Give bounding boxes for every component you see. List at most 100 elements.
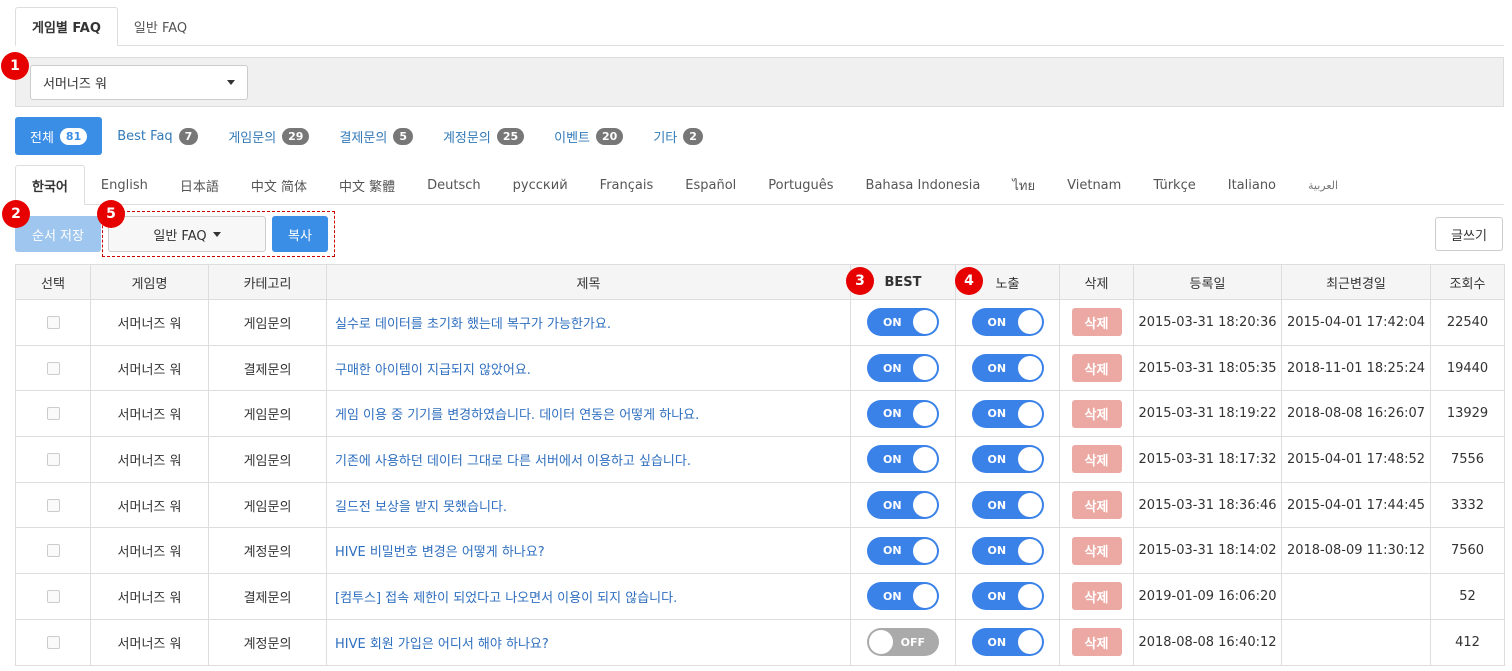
toggle-knob xyxy=(1017,493,1042,518)
toggle-label: ON xyxy=(987,452,1007,466)
toggle-label: ON xyxy=(883,452,902,466)
row-checkbox[interactable] xyxy=(46,361,60,375)
best-toggle[interactable]: ON xyxy=(867,399,939,428)
save-order-button[interactable]: 순서 저장 xyxy=(15,216,101,252)
lang-tab-pt[interactable]: Português xyxy=(752,165,849,205)
best-toggle[interactable]: ON xyxy=(867,308,939,337)
visible-toggle[interactable]: ON xyxy=(971,491,1044,520)
delete-button[interactable]: 삭제 xyxy=(1071,354,1122,383)
row-checkbox[interactable] xyxy=(46,452,60,466)
delete-button[interactable]: 삭제 xyxy=(1071,308,1122,337)
row-title-link[interactable]: 구매한 아이템이 지급되지 않았어요. xyxy=(326,344,851,392)
table-row[interactable]: 서머너즈 워 게임문의 기존에 사용하던 데이터 그대로 다른 서버에서 이용하고 … xyxy=(15,436,1505,483)
row-title-link[interactable]: 길드전 보상을 받지 못했습니다. xyxy=(326,481,851,529)
row-views: 3332 xyxy=(1430,481,1505,529)
table-row[interactable]: 서머너즈 워 계정문의 HIVE 비밀번호 변경은 어떻게 하나요? ON ON 삭제 20… xyxy=(15,527,1505,575)
lang-tab-de[interactable]: Deutsch xyxy=(411,165,497,205)
write-button[interactable]: 글쓰기 xyxy=(1435,217,1503,251)
visible-toggle[interactable]: ON xyxy=(971,399,1044,428)
category-payment[interactable]: 결제문의 5 xyxy=(324,117,428,155)
category-account[interactable]: 계정문의 25 xyxy=(428,117,539,155)
row-delete-cell: 삭제 xyxy=(1059,481,1134,529)
table-row[interactable]: 서머너즈 워 계정문의 HIVE 회원 가입은 어디서 해야 하나요? OFF ON 삭제… xyxy=(15,618,1505,666)
row-checkbox[interactable] xyxy=(46,589,60,603)
best-toggle[interactable]: ON xyxy=(867,582,939,611)
row-checkbox[interactable] xyxy=(46,635,60,649)
marker-1: 1 xyxy=(1,52,29,80)
category-etc[interactable]: 기타 2 xyxy=(638,117,718,155)
lang-tab-vi[interactable]: Vietnam xyxy=(1051,165,1137,205)
row-updated: 2018-11-01 18:25:24 xyxy=(1281,344,1431,392)
lang-tab-ar[interactable]: العربية xyxy=(1292,165,1354,205)
category-event[interactable]: 이벤트 20 xyxy=(539,117,638,155)
lang-tab-en[interactable]: English xyxy=(85,165,164,205)
category-all[interactable]: 전체 81 xyxy=(15,117,103,155)
lang-tab-ru[interactable]: русский xyxy=(497,165,584,205)
delete-button[interactable]: 삭제 xyxy=(1071,536,1122,565)
delete-button[interactable]: 삭제 xyxy=(1071,582,1122,611)
lang-tab-id[interactable]: Bahasa Indonesia xyxy=(850,165,997,205)
best-toggle[interactable]: ON xyxy=(867,491,939,520)
row-best-cell: ON xyxy=(850,573,956,620)
row-best-cell: ON xyxy=(850,344,956,392)
toggle-label: ON xyxy=(987,315,1007,329)
row-game: 서머너즈 워 xyxy=(90,618,209,666)
row-created: 2018-08-08 16:40:12 xyxy=(1133,618,1282,666)
category-game[interactable]: 게임문의 29 xyxy=(213,117,324,155)
table-row[interactable]: 서머너즈 워 게임문의 게임 이용 중 기기를 변경하였습니다. 데이터 연동은 어… xyxy=(15,390,1505,438)
table-row[interactable]: 서머너즈 워 게임문의 실수로 데이터를 초기화 했는데 복구가 가능한가요. ON O… xyxy=(15,299,1505,346)
lang-tab-it[interactable]: Italiano xyxy=(1212,165,1292,205)
tab-general-faq[interactable]: 일반 FAQ xyxy=(118,7,203,46)
delete-button[interactable]: 삭제 xyxy=(1071,445,1122,474)
lang-tab-ja[interactable]: 日本語 xyxy=(164,165,235,205)
row-title-link[interactable]: 실수로 데이터를 초기화 했는데 복구가 가능한가요. xyxy=(326,299,851,346)
lang-tab-tr[interactable]: Türkçe xyxy=(1137,165,1211,205)
row-views: 19440 xyxy=(1430,344,1505,392)
best-toggle[interactable]: ON xyxy=(867,536,939,565)
best-toggle[interactable]: ON xyxy=(867,445,939,474)
toggle-label: ON xyxy=(987,407,1007,421)
table-row[interactable]: 서머너즈 워 게임문의 길드전 보상을 받지 못했습니다. ON ON 삭제 2015-03… xyxy=(15,481,1505,529)
delete-button[interactable]: 삭제 xyxy=(1071,399,1122,428)
row-category: 계정문의 xyxy=(208,527,327,575)
visible-toggle[interactable]: ON xyxy=(971,628,1044,657)
row-title-link[interactable]: [컴투스] 접속 제한이 되었다고 나오면서 이용이 되지 않습니다. xyxy=(326,573,851,620)
visible-toggle[interactable]: ON xyxy=(971,308,1044,337)
best-toggle[interactable]: OFF xyxy=(867,628,939,657)
lang-tab-es[interactable]: Español xyxy=(669,165,752,205)
visible-toggle[interactable]: ON xyxy=(971,445,1044,474)
row-title-link[interactable]: 기존에 사용하던 데이터 그대로 다른 서버에서 이용하고 싶습니다. xyxy=(326,436,851,483)
row-title-link[interactable]: HIVE 회원 가입은 어디서 해야 하나요? xyxy=(326,618,851,666)
lang-tab-fr[interactable]: Français xyxy=(584,165,670,205)
row-title-link[interactable]: HIVE 비밀번호 변경은 어떻게 하나요? xyxy=(326,527,851,575)
lang-tab-th[interactable]: ไทย xyxy=(996,165,1051,205)
row-game: 서머너즈 워 xyxy=(90,436,209,483)
lang-tab-ko[interactable]: 한국어 xyxy=(15,165,85,205)
category-label: 이벤트 xyxy=(554,130,591,146)
table-row[interactable]: 서머너즈 워 결제문의 구매한 아이템이 지급되지 않았어요. ON ON 삭제 2015-… xyxy=(15,344,1505,392)
row-checkbox[interactable] xyxy=(46,407,60,421)
row-delete-cell: 삭제 xyxy=(1059,436,1134,483)
row-views: 7556 xyxy=(1430,436,1505,483)
lang-tab-zh-hant[interactable]: 中文 繁體 xyxy=(323,165,411,205)
row-checkbox[interactable] xyxy=(46,315,60,329)
copy-button[interactable]: 복사 xyxy=(272,216,328,252)
table-row[interactable]: 서머너즈 워 결제문의 [컴투스] 접속 제한이 되었다고 나오면서 이용이 되지 … xyxy=(15,573,1505,620)
category-best-faq[interactable]: Best Faq 7 xyxy=(102,117,213,155)
row-created: 2015-03-31 18:05:35 xyxy=(1133,344,1282,392)
row-select-cell xyxy=(15,344,91,392)
row-title-link[interactable]: 게임 이용 중 기기를 변경하였습니다. 데이터 연동은 어떻게 하나요. xyxy=(326,390,851,438)
delete-button[interactable]: 삭제 xyxy=(1071,491,1122,520)
visible-toggle[interactable]: ON xyxy=(971,536,1044,565)
visible-toggle[interactable]: ON xyxy=(971,354,1044,383)
row-checkbox[interactable] xyxy=(46,544,60,558)
game-select-dropdown[interactable]: 서머너즈 워 xyxy=(30,65,248,100)
faq-type-dropdown[interactable]: 일반 FAQ xyxy=(108,216,266,252)
lang-tab-zh-hans[interactable]: 中文 简体 xyxy=(235,165,323,205)
row-checkbox[interactable] xyxy=(46,498,60,512)
tab-game-faq[interactable]: 게임별 FAQ xyxy=(15,7,118,46)
visible-toggle[interactable]: ON xyxy=(971,582,1044,611)
delete-button[interactable]: 삭제 xyxy=(1071,628,1122,657)
row-visible-cell: ON xyxy=(955,481,1060,529)
best-toggle[interactable]: ON xyxy=(867,354,939,383)
